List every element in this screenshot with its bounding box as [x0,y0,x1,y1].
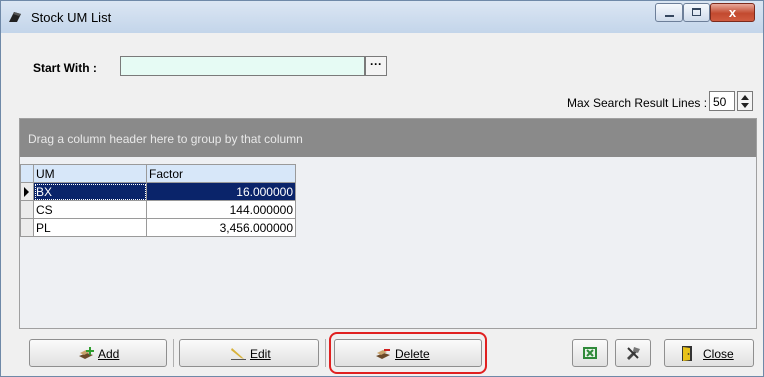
close-label: Close [703,347,734,361]
row-indicator-header [20,164,34,183]
close-window-button[interactable]: x [710,3,755,22]
stock-um-window: Stock UM List x Start With : ··· Max Sea… [0,0,764,377]
app-icon [9,12,21,22]
minimize-icon [665,15,674,17]
close-button[interactable]: Close [664,339,754,367]
edit-pencil-icon [231,348,246,360]
group-by-hint: Drag a column header here to group by th… [28,132,303,146]
cell-factor[interactable]: 144.000000 [146,200,296,219]
add-label-text: Add [98,347,120,361]
table-row[interactable]: CS 144.000000 [20,200,296,219]
cell-um[interactable]: CS [33,200,147,219]
group-by-panel[interactable]: Drag a column header here to group by th… [20,119,756,157]
close-icon: x [728,5,737,20]
current-row-arrow-icon [24,187,29,197]
edit-label-text: Edit [250,347,271,361]
cell-factor[interactable]: 16.000000 [146,182,296,201]
start-with-input[interactable] [120,56,365,76]
spin-down-icon[interactable] [741,103,749,108]
add-icon [79,347,94,359]
window-title: Stock UM List [31,10,112,25]
close-label-text: Close [703,347,734,361]
row-indicator [20,200,34,219]
row-indicator [20,182,34,201]
delete-highlight-annotation [329,332,487,374]
excel-icon [583,347,597,359]
edit-button[interactable]: Edit [179,339,319,367]
spin-up-icon[interactable] [741,95,749,100]
max-search-lines-spinner[interactable] [737,91,753,111]
door-exit-icon [682,346,692,361]
toolbar-separator [173,339,174,367]
table-row[interactable]: BX 16.000000 [20,182,296,201]
row-indicator [20,218,34,237]
tools-button[interactable] [615,339,651,367]
table-header-row: UM Factor [20,164,296,183]
table-row[interactable]: PL 3,456.000000 [20,218,296,237]
toolbar-separator [325,339,326,367]
start-with-label: Start With : [33,61,97,75]
browse-button[interactable]: ··· [365,56,387,76]
edit-label: Edit [250,347,271,361]
add-button[interactable]: Add [29,339,167,367]
title-bar[interactable]: Stock UM List x [1,1,763,33]
cell-um[interactable]: BX [33,182,147,201]
max-search-lines-input[interactable]: 50 [709,91,735,111]
minimize-button[interactable] [655,3,683,22]
add-label: Add [98,347,119,361]
column-header-factor[interactable]: Factor [146,164,296,183]
maximize-button[interactable] [683,3,710,22]
max-search-lines-label: Max Search Result Lines : [567,96,708,110]
export-excel-button[interactable] [572,339,608,367]
cell-um[interactable]: PL [33,218,147,237]
maximize-icon [692,8,701,16]
um-table: UM Factor BX 16.000000 CS 144.000000 PL [20,164,296,237]
column-header-um[interactable]: UM [33,164,147,183]
results-grid: Drag a column header here to group by th… [19,118,757,329]
tools-icon [627,347,640,360]
cell-factor[interactable]: 3,456.000000 [146,218,296,237]
